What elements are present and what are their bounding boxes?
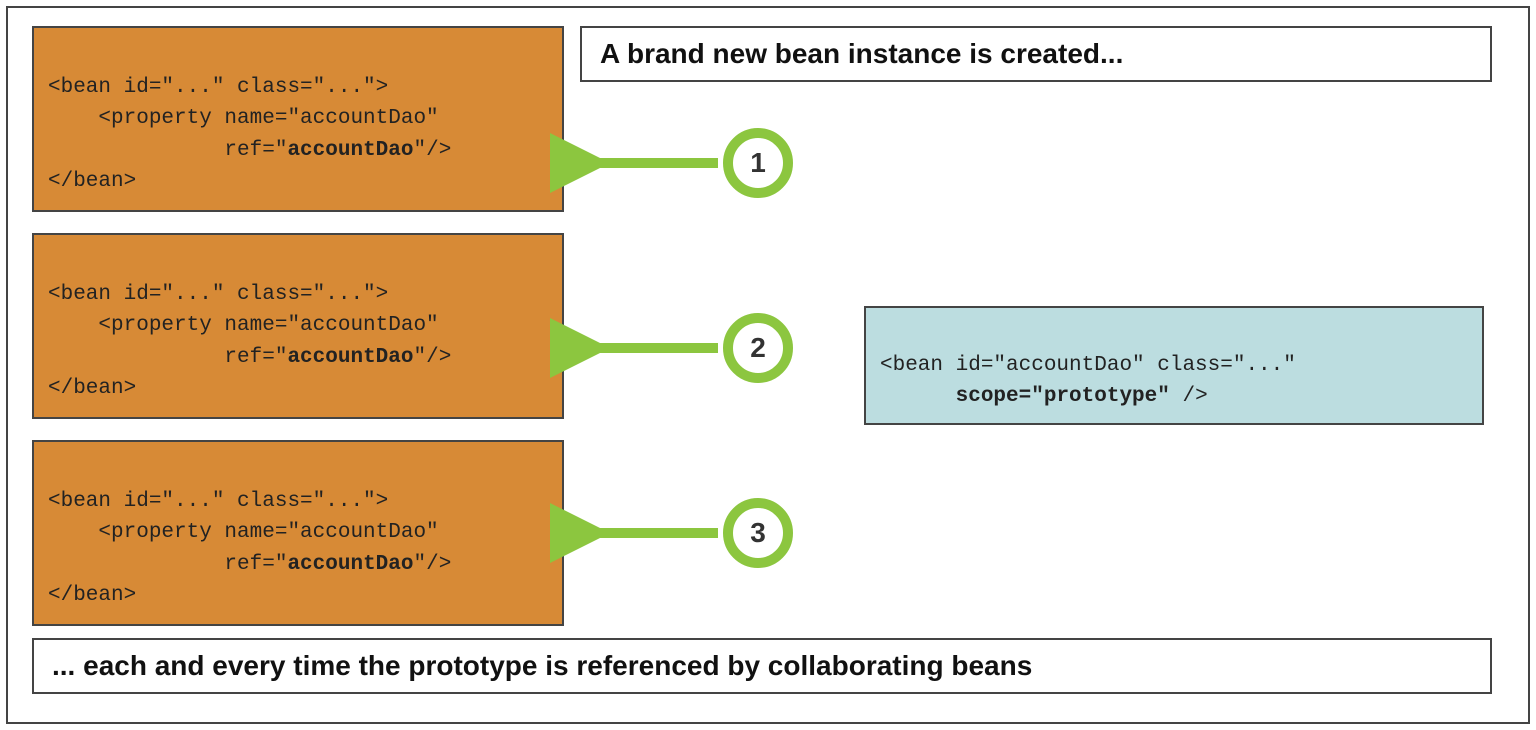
arrow-1 xyxy=(568,138,728,188)
bean1-l4: </bean> xyxy=(48,170,136,193)
bean3-l1: <bean id="..." class="..."> xyxy=(48,490,388,513)
badge-2: 2 xyxy=(723,313,793,383)
bean1-l2: <property name="accountDao" xyxy=(48,107,439,130)
arrow-3 xyxy=(568,508,728,558)
proto-l2e: /> xyxy=(1170,385,1208,408)
proto-l1: <bean id="accountDao" class="..." xyxy=(880,354,1296,377)
bean1-l3b: accountDao xyxy=(287,139,413,162)
bean2-l3e: "/> xyxy=(413,346,451,369)
bean2-l1: <bean id="..." class="..."> xyxy=(48,283,388,306)
badge-3-text: 3 xyxy=(750,517,766,549)
bean2-l4: </bean> xyxy=(48,377,136,400)
bean3-l3b: accountDao xyxy=(287,553,413,576)
bean2-l3p: ref=" xyxy=(48,346,287,369)
title-top-text: A brand new bean instance is created... xyxy=(600,38,1123,69)
bean3-l4: </bean> xyxy=(48,584,136,607)
bean1-l3e: "/> xyxy=(413,139,451,162)
title-top: A brand new bean instance is created... xyxy=(580,26,1492,82)
bean1-l1: <bean id="..." class="..."> xyxy=(48,76,388,99)
badge-1-text: 1 xyxy=(750,147,766,179)
bean2-l2: <property name="accountDao" xyxy=(48,314,439,337)
proto-l2p xyxy=(880,385,956,408)
bean1-l3p: ref=" xyxy=(48,139,287,162)
bean-box-1: <bean id="..." class="..."> <property na… xyxy=(32,26,564,212)
bean3-l2: <property name="accountDao" xyxy=(48,521,439,544)
title-bottom: ... each and every time the prototype is… xyxy=(32,638,1492,694)
bean-box-3: <bean id="..." class="..."> <property na… xyxy=(32,440,564,626)
bean-box-2: <bean id="..." class="..."> <property na… xyxy=(32,233,564,419)
bean3-l3p: ref=" xyxy=(48,553,287,576)
badge-2-text: 2 xyxy=(750,332,766,364)
bean2-l3b: accountDao xyxy=(287,346,413,369)
bean3-l3e: "/> xyxy=(413,553,451,576)
badge-3: 3 xyxy=(723,498,793,568)
badge-1: 1 xyxy=(723,128,793,198)
proto-l2b: scope="prototype" xyxy=(956,385,1170,408)
arrow-2 xyxy=(568,323,728,373)
title-bottom-text: ... each and every time the prototype is… xyxy=(52,650,1032,681)
prototype-box: <bean id="accountDao" class="..." scope=… xyxy=(864,306,1484,425)
diagram-frame: A brand new bean instance is created... … xyxy=(6,6,1530,724)
